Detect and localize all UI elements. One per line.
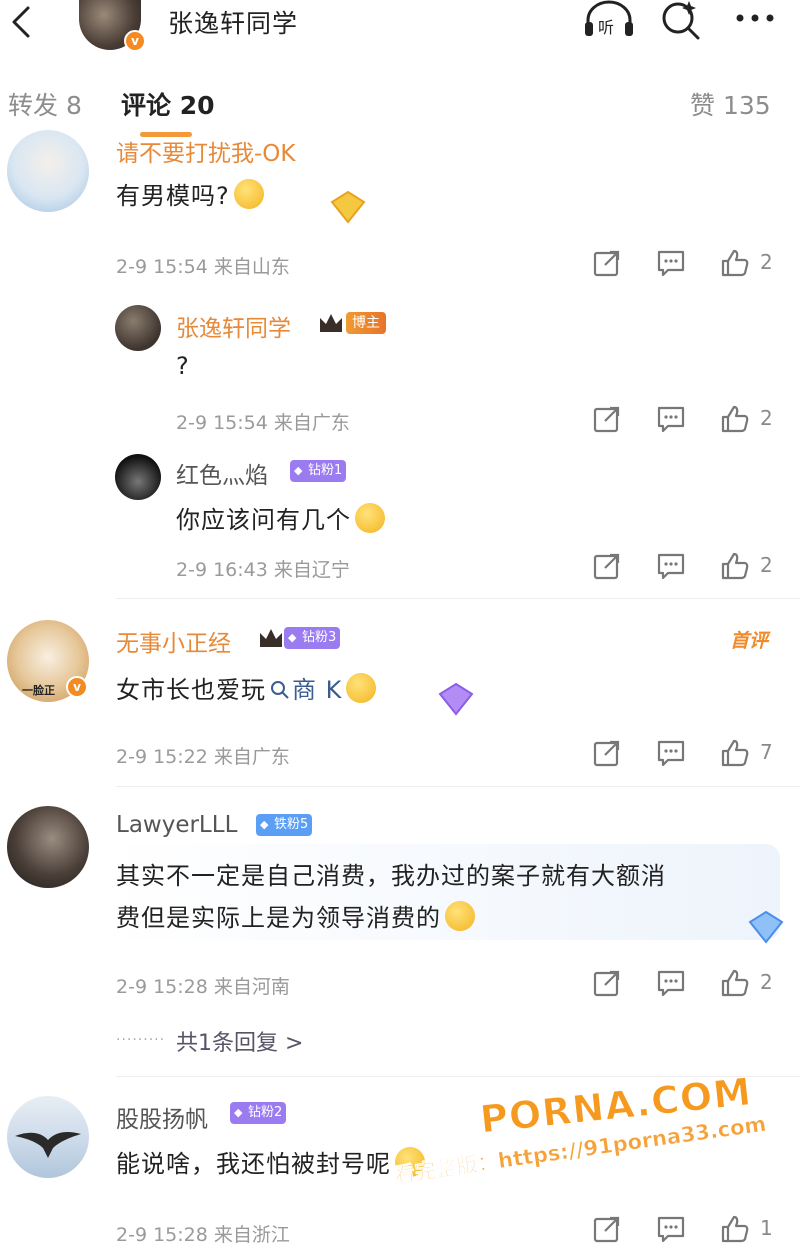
like-icon[interactable] [720,404,750,434]
purple-gem-icon [438,682,474,716]
share-icon[interactable] [592,404,622,434]
comment-body: 费但是实际上是为领导消费的 [116,904,441,932]
comment-username[interactable]: 请不要打扰我-OK [116,134,296,168]
like-count: 2 [760,970,773,994]
fan-badge: 钻粉1 [290,460,347,482]
comment-body: 有男模吗? [116,182,230,210]
crown-icon [260,629,282,647]
search-icon [271,681,289,699]
replies-dots: ········· [116,1032,166,1048]
page-title: 张逸轩同学 [168,9,299,38]
share-icon[interactable] [592,551,622,581]
comment-meta: 2-9 15:28 来自浙江 [116,1224,290,1246]
blogger-badge: 博主 [346,312,386,334]
verified-badge-icon: v [124,30,146,52]
avatar[interactable] [7,130,89,212]
comment-text-line2: 费但是实际上是为领导消费的 [116,898,475,933]
fan-badge: 钻粉2 [230,1102,287,1124]
search-term: 商 K [292,676,343,704]
comment-icon[interactable] [656,551,686,581]
avatar[interactable] [7,806,89,888]
more-icon[interactable] [732,0,778,36]
share-icon[interactable] [592,738,622,768]
top-bar: v 张逸轩同学 听 [0,0,800,64]
fan-badge: 钻粉3 [284,627,341,649]
like-icon[interactable] [720,738,750,768]
like-count: 1 [760,1216,773,1240]
divider [116,598,800,599]
fan-badge: 铁粉5 [256,814,313,836]
gold-gem-icon [330,190,366,224]
tab-likes[interactable]: 赞 135 [690,86,771,122]
avatar-caption: 一脸正 [22,684,55,697]
comment-meta: 2-9 15:28 来自河南 [116,976,290,998]
like-count: 2 [760,250,773,274]
search-link[interactable]: 商 K [266,676,342,704]
comment-text: 能说啥，我还怕被封号呢 [116,1144,425,1179]
laughing-emoji-icon [233,179,264,209]
avatar[interactable] [7,1096,89,1178]
avatar[interactable] [115,454,161,500]
blue-gem-icon [748,910,784,944]
like-count: 2 [760,553,773,577]
comment-meta: 2-9 15:54 来自山东 [116,256,290,278]
comment-icon[interactable] [656,738,686,768]
comment-username[interactable]: 无事小正经 [116,624,231,658]
comment-body: 女市长也爱玩 [116,676,266,704]
doge-emoji-icon [445,901,475,931]
comment-body: 能说啥，我还怕被封号呢 [116,1150,391,1178]
comment-icon[interactable] [656,404,686,434]
comment-icon[interactable] [656,248,686,278]
comment-username[interactable]: 股股扬帆 [116,1100,208,1134]
like-count: 2 [760,406,773,430]
reply-text: 你应该问有几个 [176,500,385,535]
comment-text: 有男模吗? [116,176,264,211]
reply-text: ? [176,352,190,380]
share-icon[interactable] [592,1214,622,1244]
like-icon[interactable] [720,248,750,278]
reply-body: 你应该问有几个 [176,506,351,534]
like-icon[interactable] [720,551,750,581]
tab-comments[interactable]: 评论 20 [121,86,215,122]
verified-badge-icon: v [66,676,88,698]
comment-icon[interactable] [656,968,686,998]
like-icon[interactable] [720,968,750,998]
avatar[interactable] [115,305,161,351]
tab-repost[interactable]: 转发 8 [8,86,82,122]
reply-meta: 2-9 16:43 来自辽宁 [176,559,350,581]
comment-text-line1: 其实不一定是自己消费，我办过的案子就有大额消 [116,862,666,890]
search-icon[interactable] [658,0,704,40]
share-icon[interactable] [592,968,622,998]
divider [116,786,800,787]
view-replies-link[interactable]: 共1条回复 > [176,1025,303,1057]
crown-icon [320,314,342,332]
first-comment-tag: 首评 [730,630,769,652]
reply-username[interactable]: 红色灬焰 [176,456,268,490]
listen-label: 听 [598,18,614,37]
reply-meta: 2-9 15:54 来自广东 [176,412,350,434]
like-count: 7 [760,740,773,764]
back-arrow-icon[interactable] [4,2,44,42]
share-icon[interactable] [592,248,622,278]
comment-text: 女市长也爱玩商 K [116,670,377,705]
comment-username[interactable]: LawyerLLL [116,812,237,838]
thinking-emoji-icon [355,503,385,533]
like-icon[interactable] [720,1214,750,1244]
reply-username[interactable]: 张逸轩同学 [176,309,291,343]
comment-icon[interactable] [656,1214,686,1244]
comment-meta: 2-9 15:22 来自广东 [116,746,290,768]
listen-icon[interactable]: 听 [582,0,636,40]
pleading-emoji-icon [346,673,377,703]
tab-bar: 转发 8 评论 20 赞 135 [0,64,800,140]
eagle-icon [15,1132,81,1158]
